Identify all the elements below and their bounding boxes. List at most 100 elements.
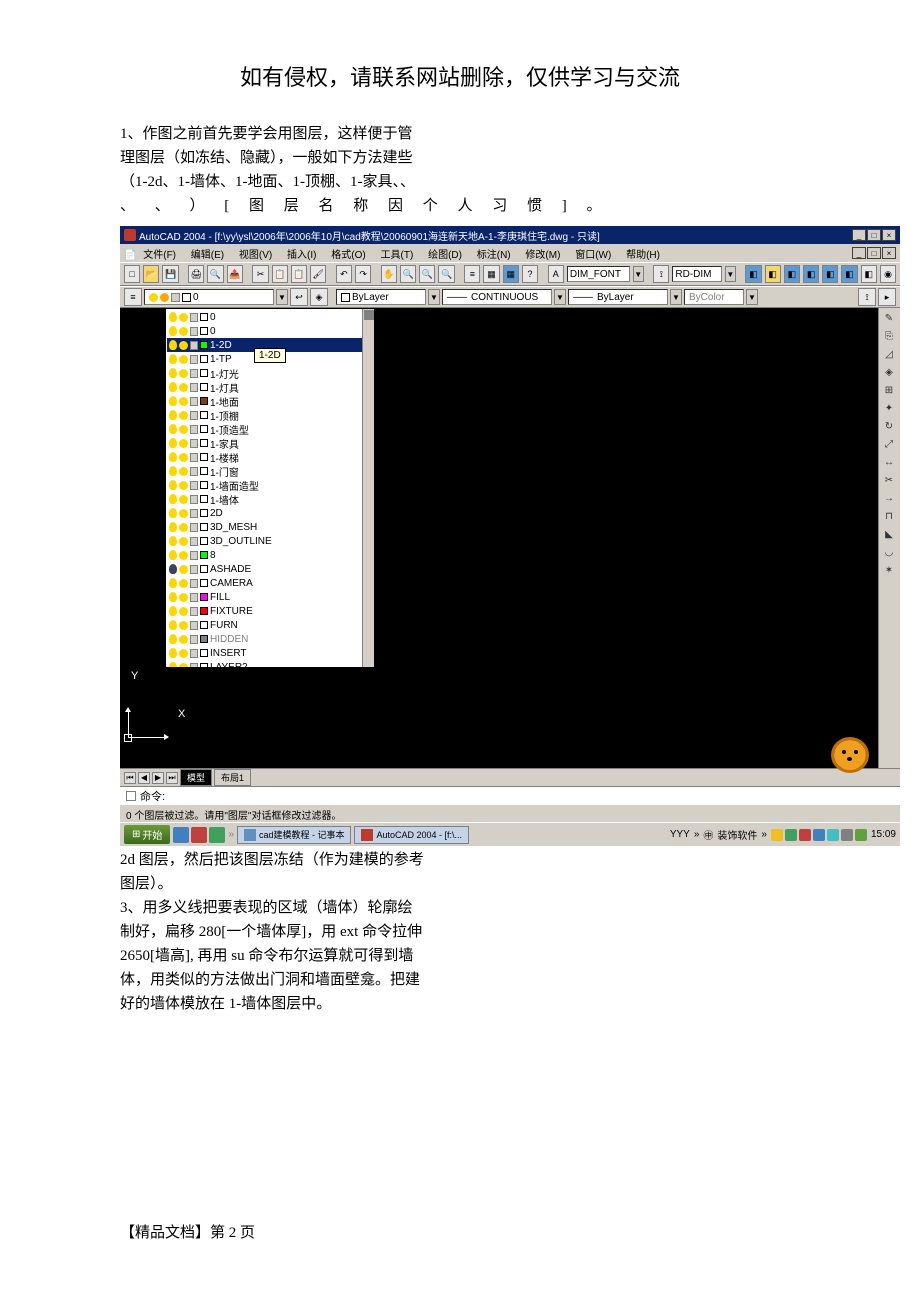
layer-row-1---[interactable]: 1-顶棚: [167, 408, 373, 422]
scroll-up-icon[interactable]: [364, 310, 374, 320]
lock-icon[interactable]: [190, 313, 198, 322]
tray-icon-7[interactable]: [855, 829, 867, 841]
color-swatch-icon[interactable]: [200, 453, 208, 461]
layer-row-camera[interactable]: CAMERA: [167, 576, 373, 590]
lock-icon[interactable]: [190, 607, 198, 616]
freeze-icon[interactable]: [179, 313, 188, 322]
tool-palette-icon[interactable]: ▦: [503, 265, 519, 283]
dim-linear-icon[interactable]: ⟟: [858, 288, 876, 306]
bulb-icon[interactable]: [169, 312, 177, 322]
new-icon[interactable]: □: [124, 265, 140, 283]
lock-icon[interactable]: [190, 383, 198, 392]
layer-row-0[interactable]: 0: [167, 310, 373, 324]
freeze-icon[interactable]: [179, 565, 188, 574]
bulb-icon[interactable]: [169, 662, 177, 668]
close-button[interactable]: ×: [882, 229, 896, 241]
lock-icon[interactable]: [190, 649, 198, 658]
scale-icon[interactable]: ⤢: [881, 436, 897, 452]
bulb-icon[interactable]: [169, 578, 177, 588]
layer-manager-icon[interactable]: ≡: [124, 288, 142, 306]
trim-icon[interactable]: ✂: [881, 472, 897, 488]
zoom-rt-icon[interactable]: 🔍: [400, 265, 416, 283]
layer-row-1---[interactable]: 1-楼梯: [167, 450, 373, 464]
layer-row-fixture[interactable]: FIXTURE: [167, 604, 373, 618]
color-swatch-icon[interactable]: [200, 313, 208, 321]
layer-row-1---[interactable]: 1-地面: [167, 394, 373, 408]
dim-font-input[interactable]: DIM_FONT: [567, 266, 630, 282]
mirror-icon[interactable]: ◿: [881, 346, 897, 362]
freeze-icon[interactable]: [179, 551, 188, 560]
dimstyle-icon[interactable]: A: [548, 265, 564, 283]
bulb-icon[interactable]: [169, 382, 177, 392]
freeze-icon[interactable]: [179, 439, 188, 448]
freeze-icon[interactable]: [179, 341, 188, 350]
freeze-icon[interactable]: [179, 383, 188, 392]
freeze-icon[interactable]: [179, 355, 188, 364]
explode-icon[interactable]: ✶: [881, 562, 897, 578]
color-swatch-icon[interactable]: [200, 537, 208, 545]
undo-icon[interactable]: ↶: [336, 265, 352, 283]
freeze-icon[interactable]: [179, 509, 188, 518]
layer-dropdown-button[interactable]: ▼: [276, 289, 288, 305]
lock-icon[interactable]: [190, 397, 198, 406]
extend-icon[interactable]: →: [881, 490, 897, 506]
offset-icon[interactable]: ◈: [881, 364, 897, 380]
tb-ext7-icon[interactable]: ◧: [861, 265, 877, 283]
plotstyle-dropdown-button[interactable]: ▼: [746, 289, 758, 305]
bulb-icon[interactable]: [169, 326, 177, 336]
menu-help[interactable]: 帮助(H): [626, 250, 660, 261]
color-swatch-icon[interactable]: [200, 495, 208, 503]
color-swatch-icon[interactable]: [200, 481, 208, 489]
lock-icon[interactable]: [190, 355, 198, 364]
design-center-icon[interactable]: ▦: [483, 265, 499, 283]
layer-row-insert[interactable]: INSERT: [167, 646, 373, 660]
bulb-icon[interactable]: [169, 466, 177, 476]
move-icon[interactable]: ✦: [881, 400, 897, 416]
color-swatch-icon[interactable]: [200, 565, 208, 573]
rd-dim-input[interactable]: RD-DIM: [672, 266, 722, 282]
tab-layout1[interactable]: 布局1: [214, 769, 251, 786]
freeze-icon[interactable]: [179, 453, 188, 462]
linestyle-selector[interactable]: —— CONTINUOUS: [442, 289, 552, 305]
taskbar-notepad[interactable]: cad建模教程 - 记事本: [237, 826, 352, 844]
tray-icon-5[interactable]: [827, 829, 839, 841]
tb-ext2-icon[interactable]: ◧: [765, 265, 781, 283]
tb-ext1-icon[interactable]: ◧: [745, 265, 761, 283]
zoom-win-icon[interactable]: 🔍: [419, 265, 435, 283]
color-swatch-icon[interactable]: [200, 509, 208, 517]
freeze-icon[interactable]: [179, 649, 188, 658]
tb-ext6-icon[interactable]: ◧: [841, 265, 857, 283]
quicklaunch-3-icon[interactable]: [209, 827, 225, 843]
lock-icon[interactable]: [190, 551, 198, 560]
doc-close-button[interactable]: ×: [882, 247, 896, 259]
color-swatch-icon[interactable]: [200, 593, 208, 601]
tab-first-icon[interactable]: ⏮: [124, 772, 136, 784]
tray-icon-4[interactable]: [813, 829, 825, 841]
bulb-icon[interactable]: [169, 606, 177, 616]
lineweight-dropdown-button[interactable]: ▼: [670, 289, 682, 305]
bulb-icon[interactable]: [169, 340, 177, 350]
cad-drawing-area[interactable]: 001-2D1-TP1-灯光1-灯具1-地面1-顶棚1-顶造型1-家具1-楼梯1…: [120, 308, 900, 768]
layer-row-2d[interactable]: 2D: [167, 506, 373, 520]
menu-modify[interactable]: 修改(M): [525, 250, 560, 261]
freeze-icon[interactable]: [179, 327, 188, 336]
maximize-button[interactable]: □: [867, 229, 881, 241]
copy-obj-icon[interactable]: ⎘: [881, 328, 897, 344]
bulb-icon[interactable]: [169, 620, 177, 630]
tb-ext4-icon[interactable]: ◧: [803, 265, 819, 283]
doc-maximize-button[interactable]: □: [867, 247, 881, 259]
color-swatch-icon[interactable]: [200, 551, 208, 559]
lock-icon[interactable]: [190, 369, 198, 378]
redo-icon[interactable]: ↷: [355, 265, 371, 283]
tray-icon-2[interactable]: [785, 829, 797, 841]
freeze-icon[interactable]: [179, 621, 188, 630]
bulb-icon[interactable]: [169, 396, 177, 406]
freeze-icon[interactable]: [179, 397, 188, 406]
bulb-icon[interactable]: [169, 592, 177, 602]
lock-icon[interactable]: [190, 439, 198, 448]
layer-row-8[interactable]: 8: [167, 548, 373, 562]
layer-row-1---[interactable]: 1-灯光: [167, 366, 373, 380]
fillet-icon[interactable]: ◡: [881, 544, 897, 560]
help-icon[interactable]: ?: [522, 265, 538, 283]
lock-icon[interactable]: [190, 453, 198, 462]
